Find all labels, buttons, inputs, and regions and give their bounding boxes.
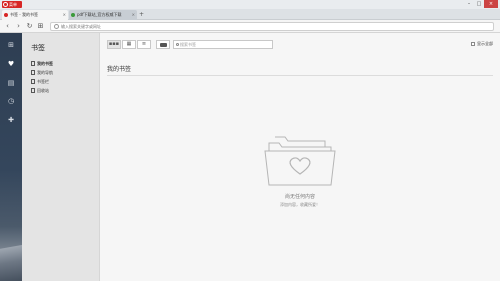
empty-state-subtitle: 添加内容，收藏所爱！	[280, 202, 320, 207]
new-folder-button[interactable]	[156, 40, 170, 49]
close-button[interactable]: ×	[484, 0, 498, 8]
opera-logo-icon	[3, 2, 8, 7]
large-tiles-view-button[interactable]: ▪▪▪	[107, 40, 121, 49]
show-all-label: 显示全部	[477, 41, 493, 46]
bookmarks-nav-panel: 书签 我的书签 我的导航 书签栏 回收站	[22, 33, 100, 281]
tab-title: pdf下载站_官方权威下载	[77, 12, 122, 17]
history-icon[interactable]: ◷	[4, 95, 18, 107]
small-tiles-view-button[interactable]: ▦	[122, 40, 136, 49]
speed-dial-button[interactable]: ⊞	[36, 22, 45, 31]
sidebar-background	[0, 233, 22, 281]
empty-state-title: 尚无任何内容	[284, 194, 315, 200]
folder-icon	[160, 43, 167, 47]
maximize-button[interactable]: □	[474, 0, 484, 8]
navigation-icon	[31, 70, 35, 75]
minimize-button[interactable]: –	[464, 0, 474, 8]
news-icon[interactable]: ▤	[4, 77, 18, 89]
search-icon	[176, 43, 179, 46]
title-bar: 菜单 – □ ×	[0, 0, 500, 9]
empty-folder-heart-icon	[264, 136, 336, 186]
show-all-checkbox[interactable]: 显示全部	[471, 41, 493, 47]
menu-label: 菜单	[9, 2, 17, 7]
address-bar: ‹ › ↻ ⊞ 输入搜索关键字或网址	[0, 20, 500, 33]
opera-sidebar: ⊞ ♥ ▤ ◷ ✚	[0, 33, 22, 281]
trash-icon	[31, 88, 35, 93]
nav-item-label: 我的书签	[37, 61, 53, 66]
search-placeholder: 搜索书签	[180, 42, 196, 47]
bookmarks-icon	[31, 61, 35, 66]
reload-button[interactable]: ↻	[25, 22, 34, 31]
tab-title: 书签 - 我的书签	[10, 12, 38, 17]
search-bookmarks-input[interactable]: 搜索书签	[173, 40, 273, 49]
panel-title: 书签	[31, 44, 45, 52]
search-engine-icon	[54, 24, 59, 29]
tab-close-icon[interactable]: ×	[63, 10, 66, 20]
url-input[interactable]: 输入搜索关键字或网址	[50, 22, 494, 31]
speed-dial-icon[interactable]: ⊞	[4, 39, 18, 51]
nav-item-label: 回收站	[37, 88, 49, 93]
bookmarks-main: ▪▪▪ ▦ ≡ 搜索书签 显示全部 我的书签 尚无任何内容 添加内容，收藏所爱！	[100, 33, 500, 281]
extensions-icon[interactable]: ✚	[4, 114, 18, 126]
list-view-button[interactable]: ≡	[137, 40, 151, 49]
checkbox-icon	[471, 42, 475, 46]
nav-item-bookmarks-bar[interactable]: 书签栏	[31, 78, 49, 85]
bookmarks-bar-icon	[31, 79, 35, 84]
opera-favicon-icon	[4, 13, 8, 17]
heart-icon[interactable]: ♥	[4, 58, 18, 70]
new-tab-button[interactable]: +	[138, 11, 145, 18]
tab-pdf-download[interactable]: pdf下载站_官方权威下载 ×	[69, 10, 137, 20]
opera-menu-button[interactable]: 菜单	[2, 1, 22, 8]
forward-button[interactable]: ›	[14, 22, 23, 31]
nav-item-my-navigation[interactable]: 我的导航	[31, 69, 53, 76]
nav-item-label: 书签栏	[37, 79, 49, 84]
tab-bar: 书签 - 我的书签 × pdf下载站_官方权威下载 × +	[0, 9, 500, 20]
nav-item-trash[interactable]: 回收站	[31, 87, 49, 94]
url-placeholder: 输入搜索关键字或网址	[61, 24, 101, 29]
window-controls: – □ ×	[464, 0, 498, 9]
site-favicon-icon	[71, 13, 75, 17]
back-button[interactable]: ‹	[3, 22, 12, 31]
nav-item-label: 我的导航	[37, 70, 53, 75]
nav-item-my-bookmarks[interactable]: 我的书签	[31, 60, 53, 67]
tab-bookmarks[interactable]: 书签 - 我的书签 ×	[2, 10, 68, 20]
section-title: 我的书签	[107, 66, 132, 73]
tab-close-icon[interactable]: ×	[132, 10, 135, 20]
section-divider	[107, 75, 493, 76]
